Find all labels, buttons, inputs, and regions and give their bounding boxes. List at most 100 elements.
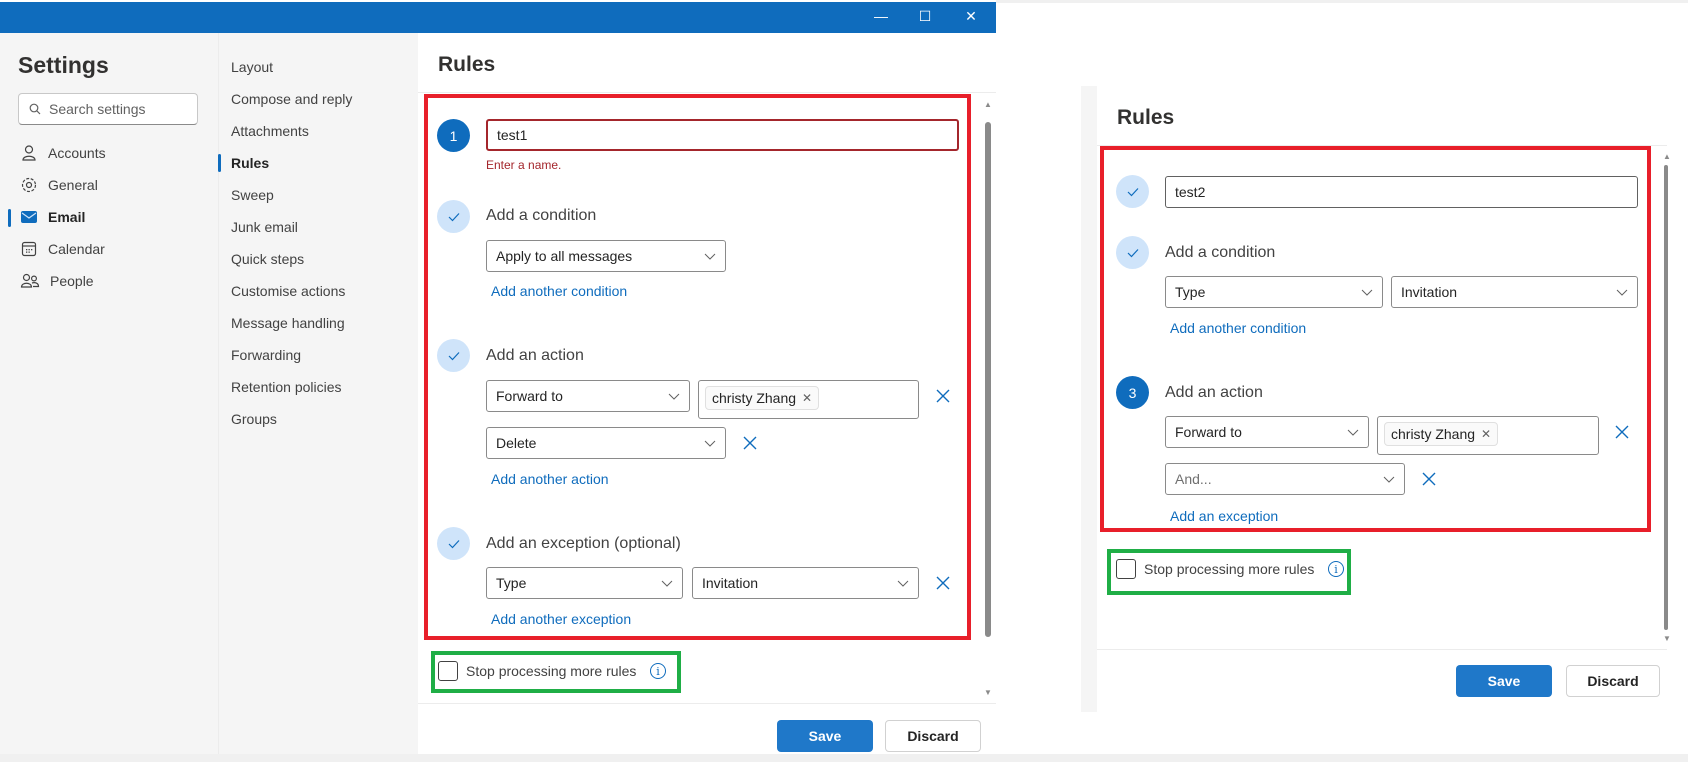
action-dropdown[interactable]: Forward to [1165, 416, 1369, 448]
scrollbar-thumb[interactable] [1664, 165, 1668, 630]
chevron-down-icon [1347, 429, 1359, 436]
people-icon [20, 273, 40, 288]
divider [418, 92, 996, 93]
scroll-up-arrow[interactable]: ▲ [984, 100, 992, 109]
minimize-button[interactable]: — [868, 5, 894, 27]
close-icon [1422, 472, 1436, 486]
second-action-dropdown[interactable]: And... [1165, 463, 1405, 495]
scroll-down-arrow[interactable]: ▼ [984, 688, 992, 697]
rule-name-input[interactable]: test2 [1165, 176, 1638, 208]
step-badge-1: 1 [437, 119, 470, 152]
condition-type-dropdown[interactable]: Type [1165, 276, 1383, 308]
condition-dropdown[interactable]: Apply to all messages [486, 240, 726, 272]
chevron-down-icon [704, 440, 716, 447]
dropdown-value: Delete [496, 435, 537, 451]
check-icon [448, 351, 459, 360]
maximize-button[interactable]: ☐ [912, 5, 938, 27]
action-dropdown[interactable]: Forward to [486, 380, 690, 412]
title-bar: — ☐ ✕ [0, 2, 996, 33]
footer-divider [418, 703, 996, 704]
scrollbar-thumb[interactable] [985, 122, 991, 637]
remove-second-action-button[interactable] [1419, 469, 1439, 489]
close-icon [1615, 425, 1629, 439]
save-button[interactable]: Save [1456, 665, 1552, 697]
subnav-item-retention-policies[interactable]: Retention policies [231, 374, 342, 400]
chevron-down-icon [897, 580, 909, 587]
stop-processing-label: Stop processing more rules [1144, 561, 1315, 577]
person-icon [22, 145, 36, 161]
stop-processing-checkbox[interactable] [1116, 559, 1136, 579]
recipient-pill: christy Zhang ✕ [705, 386, 820, 410]
info-icon[interactable]: i [1328, 561, 1344, 577]
add-another-condition-link[interactable]: Add another condition [491, 283, 627, 299]
subnav-item-rules[interactable]: Rules [231, 150, 269, 176]
check-icon [448, 212, 459, 221]
subnav-item-junk-email[interactable]: Junk email [231, 214, 298, 240]
subnav-item-quick-steps[interactable]: Quick steps [231, 246, 304, 272]
check-icon [1127, 187, 1138, 196]
condition-heading: Add a condition [486, 207, 597, 224]
recipient-pill: christy Zhang ✕ [1384, 422, 1499, 446]
add-an-exception-link[interactable]: Add an exception [1170, 508, 1278, 524]
close-icon [936, 389, 950, 403]
nav-item-general[interactable]: General [20, 172, 98, 198]
close-window-button[interactable]: ✕ [958, 5, 984, 27]
action-heading: Add an action [486, 347, 584, 364]
nav-item-accounts[interactable]: Accounts [20, 140, 106, 166]
discard-button[interactable]: Discard [885, 720, 981, 752]
active-indicator [8, 209, 11, 227]
exception-type-dropdown[interactable]: Type [486, 567, 683, 599]
panel-gutter [1081, 86, 1097, 712]
dropdown-value: Apply to all messages [496, 248, 633, 264]
remove-recipient-icon[interactable]: ✕ [802, 391, 812, 405]
subnav-item-compose-and-reply[interactable]: Compose and reply [231, 86, 352, 112]
rule-name-error: Enter a name. [486, 158, 562, 172]
forward-recipient-input[interactable]: christy Zhang ✕ [1377, 416, 1599, 455]
subnav-item-forwarding[interactable]: Forwarding [231, 342, 301, 368]
stop-processing-checkbox[interactable] [438, 661, 458, 681]
condition-value-dropdown[interactable]: Invitation [1391, 276, 1638, 308]
chevron-down-icon [668, 393, 680, 400]
remove-recipient-icon[interactable]: ✕ [1481, 427, 1491, 441]
subnav-item-attachments[interactable]: Attachments [231, 118, 309, 144]
dropdown-placeholder: And... [1175, 471, 1212, 487]
close-icon [936, 576, 950, 590]
discard-button[interactable]: Discard [1566, 665, 1660, 697]
scroll-down-arrow[interactable]: ▼ [1663, 634, 1671, 643]
rule-name-input[interactable]: test1 [486, 119, 959, 151]
search-settings-input[interactable]: Search settings [18, 93, 198, 125]
dropdown-value: Invitation [702, 575, 759, 591]
search-placeholder: Search settings [49, 101, 146, 117]
rules-title: Rules [438, 53, 496, 76]
chevron-down-icon [1361, 289, 1373, 296]
forward-recipient-input[interactable]: christy Zhang ✕ [698, 380, 919, 419]
subnav-item-groups[interactable]: Groups [231, 406, 277, 432]
step-done-check [437, 527, 470, 560]
second-action-dropdown[interactable]: Delete [486, 427, 726, 459]
nav-item-label: Accounts [48, 145, 106, 161]
remove-exception-button[interactable] [933, 573, 953, 593]
gear-icon [21, 177, 37, 193]
subnav-item-sweep[interactable]: Sweep [231, 182, 274, 208]
exception-value-dropdown[interactable]: Invitation [692, 567, 919, 599]
subnav-item-layout[interactable]: Layout [231, 54, 273, 80]
nav-item-calendar[interactable]: Calendar [20, 236, 105, 262]
add-another-condition-link[interactable]: Add another condition [1170, 320, 1306, 336]
add-another-exception-link[interactable]: Add another exception [491, 611, 631, 627]
save-button[interactable]: Save [777, 720, 873, 752]
scroll-up-arrow[interactable]: ▲ [1663, 152, 1671, 161]
remove-action-button[interactable] [933, 386, 953, 406]
subnav-item-customise-actions[interactable]: Customise actions [231, 278, 345, 304]
subnav-item-message-handling[interactable]: Message handling [231, 310, 345, 336]
chevron-down-icon [704, 253, 716, 260]
nav-item-people[interactable]: People [20, 268, 94, 294]
remove-second-action-button[interactable] [740, 433, 760, 453]
calendar-icon [21, 241, 37, 257]
nav-item-email[interactable]: Email [20, 204, 85, 230]
info-icon[interactable]: i [650, 663, 666, 679]
remove-action-button[interactable] [1612, 422, 1632, 442]
step-done-check [1116, 236, 1149, 269]
rule-name-value: test1 [497, 127, 528, 143]
action-heading: Add an action [1165, 384, 1263, 401]
add-another-action-link[interactable]: Add another action [491, 471, 609, 487]
